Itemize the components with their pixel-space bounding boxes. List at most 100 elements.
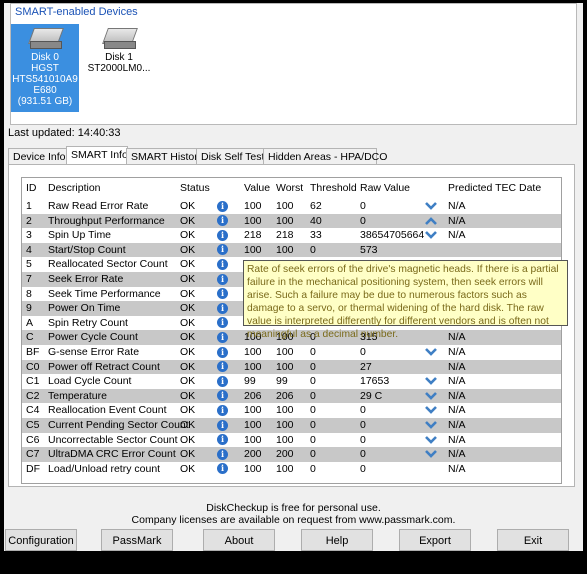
column-header: ID (26, 182, 37, 194)
info-icon[interactable]: i (217, 375, 228, 387)
cell-raw: 0 (360, 214, 366, 227)
cell-raw: 29 C (360, 389, 383, 402)
cell-threshold: 33 (310, 229, 322, 242)
table-row[interactable]: C6 Uncorrectable Sector Count OK 100 100 0 0 N/… (22, 433, 561, 448)
info-icon[interactable]: i (217, 404, 228, 416)
cell-id: 8 (26, 287, 32, 300)
chevron-down-icon (425, 348, 437, 356)
tab-hidden-areas-hpa-dco[interactable]: Hidden Areas - HPA/DCO (263, 148, 387, 165)
info-icon[interactable]: i (217, 346, 228, 358)
cell-status: OK (180, 229, 196, 242)
table-row[interactable]: C7 UltraDMA CRC Error Count OK 200 200 0 0 N/A i (22, 447, 561, 462)
info-icon[interactable]: i (217, 258, 228, 270)
info-icon[interactable]: i (217, 390, 228, 402)
disk-label-line: HGST (31, 63, 59, 74)
info-icon[interactable]: i (217, 463, 228, 475)
cell-threshold: 0 (310, 448, 316, 461)
cell-value: 218 (244, 229, 262, 242)
cell-status: OK (180, 273, 196, 285)
tab-device-info[interactable]: Device Info (8, 148, 68, 165)
disk-label-line: Disk 0 (31, 52, 59, 63)
table-row[interactable]: 2 Throughput Performance OK 100 100 40 0 N/A i (22, 213, 561, 229)
info-icon[interactable]: i (217, 288, 228, 300)
hard-drive-icon (101, 26, 138, 50)
hard-drive-icon (27, 26, 64, 50)
table-row[interactable]: C2 Temperature OK 206 206 0 29 C N/A i (22, 388, 561, 404)
info-icon[interactable]: i (217, 448, 228, 460)
info-icon[interactable]: i (217, 434, 228, 446)
cell-value: 100 (244, 404, 262, 417)
info-icon[interactable]: i (217, 317, 228, 329)
cell-threshold: 0 (310, 404, 316, 417)
cell-tec: N/A (448, 346, 466, 358)
tab-smart-info[interactable]: SMART Info (66, 146, 128, 166)
info-icon[interactable]: i (217, 200, 228, 212)
cell-tec: N/A (448, 375, 466, 388)
cell-tec: N/A (448, 433, 466, 446)
export-button[interactable]: Export (399, 529, 471, 551)
tab-smart-history[interactable]: SMART History (126, 148, 203, 165)
cell-desc: Power Cycle Count (48, 331, 138, 344)
cell-value: 206 (244, 389, 262, 402)
table-row[interactable]: C5 Current Pending Sector Count OK 100 100 0 0… (22, 418, 561, 433)
help-button[interactable]: Help (301, 529, 373, 551)
table-row[interactable]: 4 Start/Stop Count OK 100 100 0 573 i (22, 242, 561, 258)
cell-tec: N/A (448, 419, 466, 431)
info-icon[interactable]: i (217, 229, 228, 241)
cell-threshold: 0 (310, 462, 316, 475)
info-icon[interactable]: i (217, 215, 228, 227)
configuration-button[interactable]: Configuration (5, 529, 77, 551)
column-header: Predicted TEC Date (448, 182, 542, 194)
cell-value: 100 (244, 433, 262, 446)
cell-status: OK (180, 404, 196, 417)
cell-raw: 17653 (360, 375, 390, 388)
cell-raw: 38654705664 (360, 229, 425, 242)
cell-worst: 200 (276, 448, 294, 461)
cell-value: 100 (244, 214, 262, 227)
tab-disk-self-test[interactable]: Disk Self Test (196, 148, 265, 165)
chevron-up-icon (425, 216, 437, 225)
exit-button[interactable]: Exit (497, 529, 569, 551)
cell-id: C2 (26, 389, 40, 402)
cell-worst: 100 (276, 462, 294, 475)
cell-desc: Raw Read Error Rate (48, 200, 149, 212)
info-icon[interactable]: i (217, 419, 228, 431)
info-icon[interactable]: i (217, 331, 228, 343)
cell-worst: 100 (276, 433, 294, 446)
about-button[interactable]: About (203, 529, 275, 551)
cell-tec: N/A (448, 404, 466, 417)
table-row[interactable]: DF Load/Unload retry count OK 100 100 0 0 N/A i (22, 462, 561, 477)
cell-id: 2 (26, 214, 32, 227)
cell-id: DF (26, 462, 40, 475)
info-icon[interactable]: i (217, 361, 228, 373)
column-header: Value (244, 182, 271, 194)
cell-worst: 100 (276, 243, 294, 256)
disk-label-line: E680 (33, 85, 57, 96)
disk-1-tile[interactable]: Disk 1 ST2000LM0... (85, 24, 153, 112)
passmark-home-button[interactable]: PassMark Home (101, 529, 173, 569)
chevron-down-icon (425, 435, 437, 444)
info-icon[interactable]: i (217, 302, 228, 314)
cell-worst: 100 (276, 404, 294, 417)
cell-status: OK (180, 258, 196, 271)
table-row[interactable]: 1 Raw Read Error Rate OK 100 100 62 0 N/A i (22, 199, 561, 214)
table-row[interactable]: BF G-sense Error Rate OK 100 100 0 0 N/A i (22, 345, 561, 360)
column-header: Raw Value (360, 182, 410, 194)
cell-worst: 100 (276, 419, 294, 431)
table-row[interactable]: C1 Load Cycle Count OK 99 99 0 17653 N/A i (22, 374, 561, 389)
cell-raw: 0 (360, 200, 366, 212)
cell-tec: N/A (448, 331, 466, 344)
table-row[interactable]: 3 Spin Up Time OK 218 218 33 38654705664 N/A i (22, 228, 561, 243)
disk-label-line: Disk 1 (105, 52, 133, 63)
table-row[interactable]: C0 Power off Retract Count OK 100 100 0 27 N/A i (22, 359, 561, 375)
info-icon[interactable]: i (217, 244, 228, 256)
table-row[interactable]: C4 Reallocation Event Count OK 100 100 0 0 N/A i (22, 403, 561, 418)
cell-raw: 27 (360, 360, 372, 373)
cell-id: A (26, 316, 34, 329)
info-icon[interactable]: i (217, 273, 228, 285)
hard-drive-icon-base (104, 41, 136, 49)
cell-tec: N/A (448, 448, 466, 461)
cell-id: BF (26, 346, 40, 358)
cell-raw: 0 (360, 433, 366, 446)
disk-0-tile[interactable]: Disk 0 HGST HTS541010A9 E680 (931.51 GB) (11, 24, 79, 112)
